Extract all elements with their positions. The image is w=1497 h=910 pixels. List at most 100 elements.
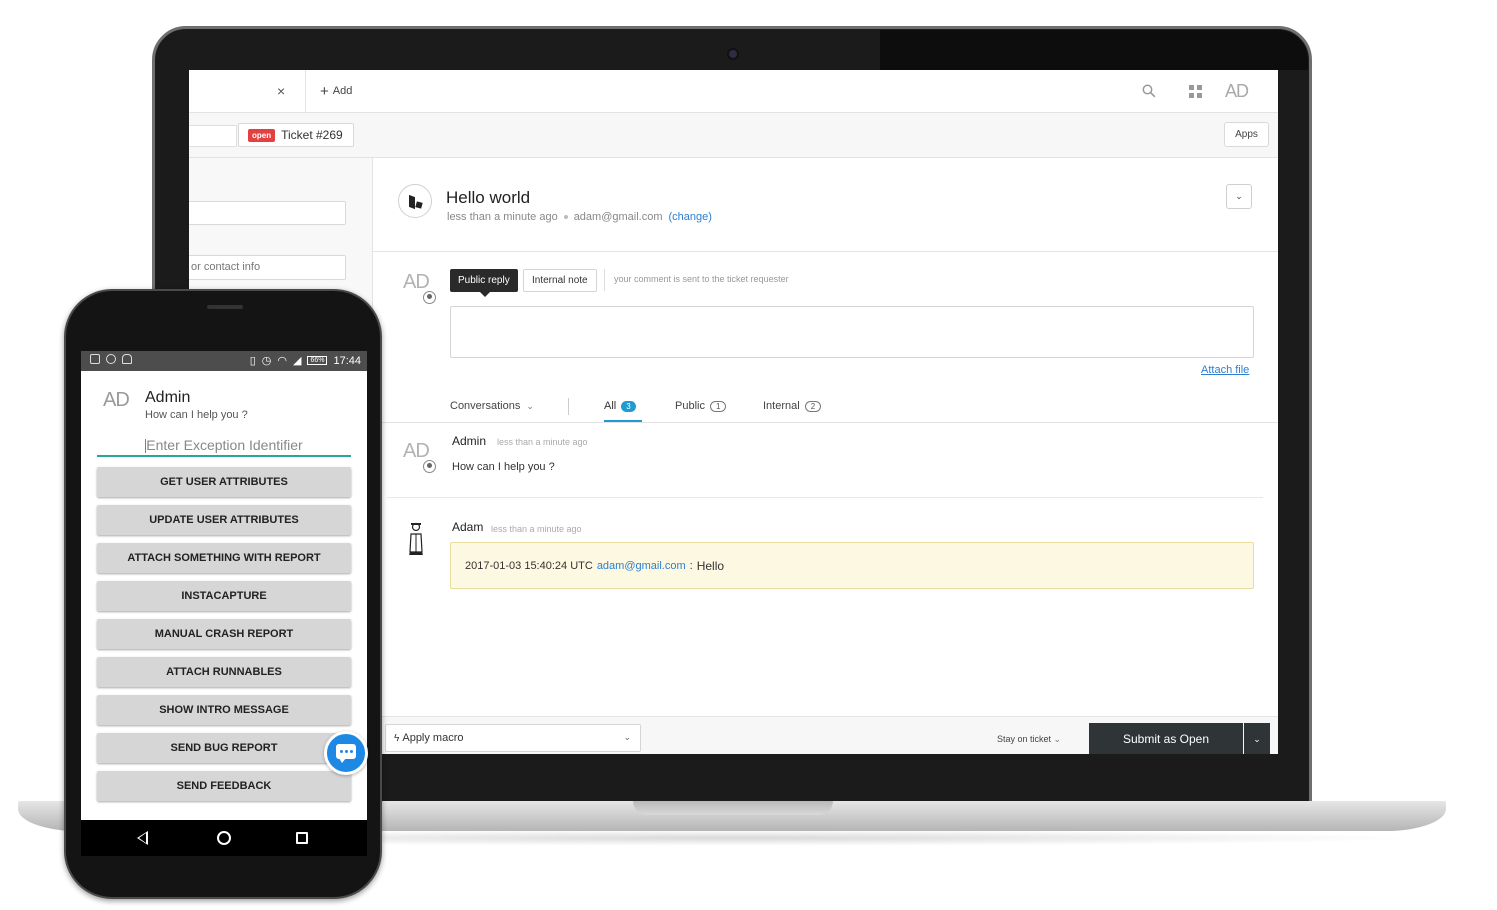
recent-apps-icon[interactable] xyxy=(296,832,308,844)
send-feedback-button[interactable]: SEND FEEDBACK xyxy=(97,771,351,801)
sync-notification-icon xyxy=(106,354,116,364)
attach-something-button[interactable]: ATTACH SOMETHING WITH REPORT xyxy=(97,543,351,573)
message-divider xyxy=(387,497,1263,498)
stay-on-ticket-label: Stay on ticket xyxy=(997,734,1052,744)
camera-icon xyxy=(727,48,739,60)
comment-textarea[interactable] xyxy=(450,306,1254,358)
status-badge: open xyxy=(248,128,276,142)
ticket-tab[interactable]: open Ticket #269 xyxy=(238,123,354,147)
tabs-divider-line xyxy=(373,422,1278,423)
chat-bubble-icon xyxy=(336,744,356,759)
system-icons: ▯ ◷ ◠ ◢ 66% 17:44 xyxy=(249,354,361,368)
requester-field[interactable] xyxy=(189,201,346,225)
message-email-link[interactable]: adam@gmail.com xyxy=(597,560,686,572)
top-bar: × + Add AD xyxy=(189,70,1278,113)
manual-crash-report-button[interactable]: MANUAL CRASH REPORT xyxy=(97,619,351,649)
android-nav-bar xyxy=(81,820,367,856)
battery-icon: 66% xyxy=(307,356,328,365)
submit-button[interactable]: Submit as Open xyxy=(1089,723,1243,754)
signal-icon: ◢ xyxy=(292,355,302,367)
chevron-down-icon: ⌄ xyxy=(1053,734,1062,744)
agent-badge-icon xyxy=(423,291,436,304)
ticket-footer: ϟ Apply macro ⌄ Stay on ticket ⌄ Submit … xyxy=(373,716,1278,754)
conversation-tabs: Conversations ⌄ All 3 Public 1 Internal … xyxy=(373,394,1278,424)
separator-dot xyxy=(563,215,568,219)
message-separator: : xyxy=(689,559,693,572)
change-requester-link[interactable]: (change) xyxy=(669,211,712,223)
get-user-attributes-button[interactable]: GET USER ATTRIBUTES xyxy=(97,467,351,497)
chat-fab-button[interactable] xyxy=(324,731,368,775)
submit-options-dropdown[interactable]: ⌄ xyxy=(1244,723,1270,754)
notification-icons xyxy=(90,354,132,364)
exception-identifier-placeholder: Enter Exception Identifier xyxy=(146,437,303,453)
phone-speaker xyxy=(207,305,243,309)
action-button-list: GET USER ATTRIBUTES UPDATE USER ATTRIBUT… xyxy=(97,467,351,809)
message-avatar: AD xyxy=(403,440,430,462)
search-icon[interactable] xyxy=(1142,84,1156,98)
tab-internal[interactable]: Internal 2 xyxy=(763,400,822,412)
chat-agent-name: Admin xyxy=(145,389,191,406)
attach-runnables-button[interactable]: ATTACH RUNNABLES xyxy=(97,657,351,687)
device-mockup: × + Add AD open Ticket #269 Apps or cont xyxy=(0,0,1497,910)
composer-avatar: AD xyxy=(403,271,430,293)
plus-icon: + xyxy=(320,82,329,100)
add-tab-button[interactable]: + Add xyxy=(320,82,352,100)
chat-agent-message: How can I help you ? xyxy=(145,409,248,421)
status-bar: ▯ ◷ ◠ ◢ 66% 17:44 xyxy=(81,351,367,371)
message-author: Admin xyxy=(452,434,487,448)
conversations-dropdown[interactable]: Conversations ⌄ xyxy=(450,400,534,412)
tab-public[interactable]: Public 1 xyxy=(675,400,727,412)
send-bug-report-button[interactable]: SEND BUG REPORT xyxy=(97,733,351,763)
submit-status: Open xyxy=(1179,732,1210,746)
show-intro-message-button[interactable]: SHOW INTRO MESSAGE xyxy=(97,695,351,725)
ticket-meta: less than a minute ago adam@gmail.com (c… xyxy=(447,211,712,223)
ticket-options-dropdown[interactable]: ⌄ xyxy=(1226,184,1252,209)
tab-all[interactable]: All 3 xyxy=(604,400,636,412)
tab-all-count: 3 xyxy=(621,400,636,412)
laptop-glare xyxy=(880,30,1308,70)
tab-internal-label: Internal xyxy=(763,400,800,412)
alarm-icon: ◷ xyxy=(261,355,272,367)
internal-note-tab[interactable]: Internal note xyxy=(523,269,597,292)
conversations-label: Conversations xyxy=(450,400,521,412)
ticket-main: Hello world less than a minute ago adam@… xyxy=(373,158,1278,754)
public-reply-tab[interactable]: Public reply xyxy=(450,269,518,297)
message-author: Adam xyxy=(452,520,484,534)
chevron-down-icon: ⌄ xyxy=(623,732,631,742)
chat-bubble-tail xyxy=(339,758,346,763)
previous-tab[interactable] xyxy=(189,125,237,147)
tab-internal-count: 2 xyxy=(804,400,822,412)
wifi-icon: ◠ xyxy=(277,355,287,367)
ticket-tab-bar: open Ticket #269 Apps xyxy=(189,113,1278,158)
apps-button[interactable]: Apps xyxy=(1224,122,1269,147)
update-user-attributes-button[interactable]: UPDATE USER ATTRIBUTES xyxy=(97,505,351,535)
attach-file-link[interactable]: Attach file xyxy=(1201,364,1249,376)
home-icon[interactable] xyxy=(217,831,231,845)
tab-all-label: All xyxy=(604,400,617,412)
message-body: Hello xyxy=(696,558,725,573)
submit-prefix: Submit as xyxy=(1122,732,1177,746)
requester-email: adam@gmail.com xyxy=(573,211,663,223)
laptop-notch xyxy=(633,801,833,815)
vibrate-icon: ▯ xyxy=(249,355,256,367)
exception-identifier-input[interactable]: Enter Exception Identifier xyxy=(97,433,351,457)
back-icon[interactable] xyxy=(137,831,148,845)
stay-on-ticket-dropdown[interactable]: Stay on ticket ⌄ xyxy=(997,734,1061,745)
brand-logo-icon xyxy=(398,184,432,218)
tab-divider xyxy=(305,70,306,113)
close-tab-icon[interactable]: × xyxy=(277,83,285,99)
apps-grid-icon[interactable] xyxy=(1189,85,1202,98)
sdk-test-screen: AD Admin How can I help you ? Enter Exce… xyxy=(89,371,359,820)
apply-macro-dropdown[interactable]: ϟ Apply macro ⌄ xyxy=(385,724,641,752)
ticket-title: Hello world xyxy=(446,188,531,207)
composer-hint: your comment is sent to the ticket reque… xyxy=(614,274,789,284)
message-body: How can I help you ? xyxy=(452,461,555,473)
ticket-tab-label: Ticket #269 xyxy=(281,128,343,142)
user-avatar[interactable]: AD xyxy=(1225,81,1249,102)
tabs-divider xyxy=(568,398,569,415)
instacapture-button[interactable]: INSTACAPTURE xyxy=(97,581,351,611)
header-divider xyxy=(373,251,1278,252)
lightning-icon: ϟ xyxy=(394,733,400,744)
message-time: less than a minute ago xyxy=(497,437,588,447)
contact-info-field[interactable]: or contact info xyxy=(189,255,346,280)
